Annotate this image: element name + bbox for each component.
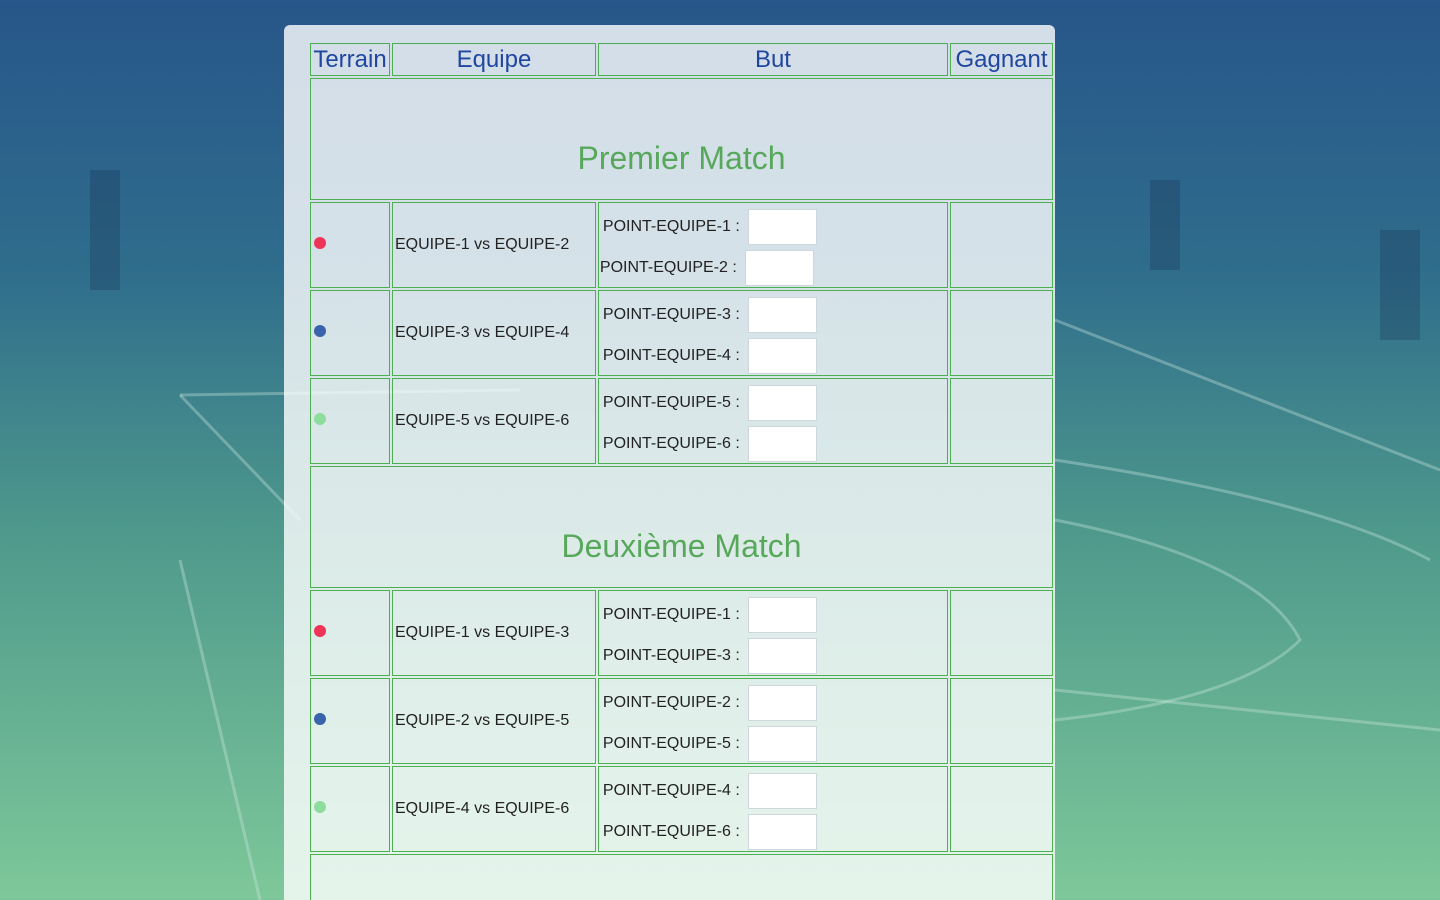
score-input[interactable] (747, 597, 817, 633)
score-input[interactable] (747, 814, 817, 850)
match-label: EQUIPE-3 vs EQUIPE-4 (391, 290, 596, 376)
score-label: POINT-EQUIPE-3 : (602, 647, 740, 664)
gagnant-cell (950, 378, 1053, 464)
score-label: POINT-EQUIPE-5 : (602, 735, 740, 752)
gagnant-cell (950, 202, 1053, 288)
score-label: POINT-EQUIPE-5 : (602, 394, 740, 411)
match-label: EQUIPE-2 vs EQUIPE-5 (391, 678, 596, 764)
score-cell: POINT-EQUIPE-2 : POINT-EQUIPE-5 : (597, 678, 949, 764)
score-line: POINT-EQUIPE-3 : (603, 297, 817, 333)
match-label: EQUIPE-4 vs EQUIPE-6 (391, 766, 596, 852)
terrain-cell (310, 766, 390, 852)
score-input[interactable] (747, 209, 817, 245)
score-input[interactable] (747, 685, 817, 721)
match-label: EQUIPE-1 vs EQUIPE-2 (391, 202, 596, 288)
section-title-row: Premier Match (310, 78, 1053, 200)
score-label: POINT-EQUIPE-6 : (602, 823, 740, 840)
score-label: POINT-EQUIPE-4 : (602, 782, 740, 799)
score-line: POINT-EQUIPE-4 : (603, 773, 817, 809)
score-label: POINT-EQUIPE-1 : (602, 606, 740, 623)
terrain-dot-icon (314, 413, 326, 425)
header-but: But (597, 43, 949, 76)
score-input[interactable] (747, 638, 817, 674)
score-line: POINT-EQUIPE-2 : (600, 250, 814, 286)
score-line: POINT-EQUIPE-4 : (603, 338, 817, 374)
scores-panel: Terrain Equipe But Gagnant Premier Match… (284, 25, 1055, 900)
terrain-dot-icon (314, 237, 326, 249)
score-input[interactable] (747, 426, 817, 462)
match-row: EQUIPE-3 vs EQUIPE-4 POINT-EQUIPE-3 : PO… (310, 290, 1053, 376)
score-cell: POINT-EQUIPE-4 : POINT-EQUIPE-6 : (597, 766, 949, 852)
score-line: POINT-EQUIPE-1 : (603, 597, 817, 633)
terrain-cell (310, 590, 390, 676)
terrain-dot-icon (314, 625, 326, 637)
match-row: EQUIPE-4 vs EQUIPE-6 POINT-EQUIPE-4 : PO… (310, 766, 1053, 852)
score-line: POINT-EQUIPE-1 : (603, 209, 817, 245)
header-terrain: Terrain (310, 43, 390, 76)
score-line: POINT-EQUIPE-5 : (603, 385, 817, 421)
match-label: EQUIPE-5 vs EQUIPE-6 (391, 378, 596, 464)
section-title: Deuxième Match (310, 466, 1053, 588)
header-row: Terrain Equipe But Gagnant (310, 43, 1053, 76)
score-label: POINT-EQUIPE-3 : (602, 306, 740, 323)
match-label: EQUIPE-1 vs EQUIPE-3 (391, 590, 596, 676)
section-title: Premier Match (310, 78, 1053, 200)
terrain-cell (310, 290, 390, 376)
score-label: POINT-EQUIPE-2 : (602, 694, 740, 711)
next-section-row (310, 854, 1053, 900)
terrain-cell (310, 678, 390, 764)
score-input[interactable] (747, 773, 817, 809)
match-row: EQUIPE-5 vs EQUIPE-6 POINT-EQUIPE-5 : PO… (310, 378, 1053, 464)
next-section-cell (310, 854, 1053, 900)
score-cell: POINT-EQUIPE-1 : POINT-EQUIPE-3 : (597, 590, 949, 676)
gagnant-cell (950, 290, 1053, 376)
score-label: POINT-EQUIPE-2 : (599, 259, 737, 276)
score-cell: POINT-EQUIPE-1 : POINT-EQUIPE-2 : (597, 202, 949, 288)
score-input[interactable] (747, 385, 817, 421)
scores-table: Terrain Equipe But Gagnant Premier Match… (308, 41, 1055, 900)
score-input[interactable] (747, 726, 817, 762)
terrain-dot-icon (314, 801, 326, 813)
terrain-dot-icon (314, 713, 326, 725)
score-input[interactable] (747, 297, 817, 333)
gagnant-cell (950, 678, 1053, 764)
section-title-row: Deuxième Match (310, 466, 1053, 588)
score-label: POINT-EQUIPE-6 : (602, 435, 740, 452)
score-label: POINT-EQUIPE-1 : (602, 218, 740, 235)
terrain-dot-icon (314, 325, 326, 337)
score-line: POINT-EQUIPE-2 : (603, 685, 817, 721)
score-line: POINT-EQUIPE-5 : (603, 726, 817, 762)
terrain-cell (310, 378, 390, 464)
terrain-cell (310, 202, 390, 288)
match-row: EQUIPE-1 vs EQUIPE-3 POINT-EQUIPE-1 : PO… (310, 590, 1053, 676)
match-row: EQUIPE-1 vs EQUIPE-2 POINT-EQUIPE-1 : PO… (310, 202, 1053, 288)
score-cell: POINT-EQUIPE-5 : POINT-EQUIPE-6 : (597, 378, 949, 464)
score-line: POINT-EQUIPE-3 : (603, 638, 817, 674)
score-input[interactable] (744, 250, 814, 286)
score-line: POINT-EQUIPE-6 : (603, 814, 817, 850)
header-equipe: Equipe (391, 43, 596, 76)
match-row: EQUIPE-2 vs EQUIPE-5 POINT-EQUIPE-2 : PO… (310, 678, 1053, 764)
gagnant-cell (950, 590, 1053, 676)
score-line: POINT-EQUIPE-6 : (603, 426, 817, 462)
score-input[interactable] (747, 338, 817, 374)
score-cell: POINT-EQUIPE-3 : POINT-EQUIPE-4 : (597, 290, 949, 376)
gagnant-cell (950, 766, 1053, 852)
header-gagnant: Gagnant (950, 43, 1053, 76)
score-label: POINT-EQUIPE-4 : (602, 347, 740, 364)
